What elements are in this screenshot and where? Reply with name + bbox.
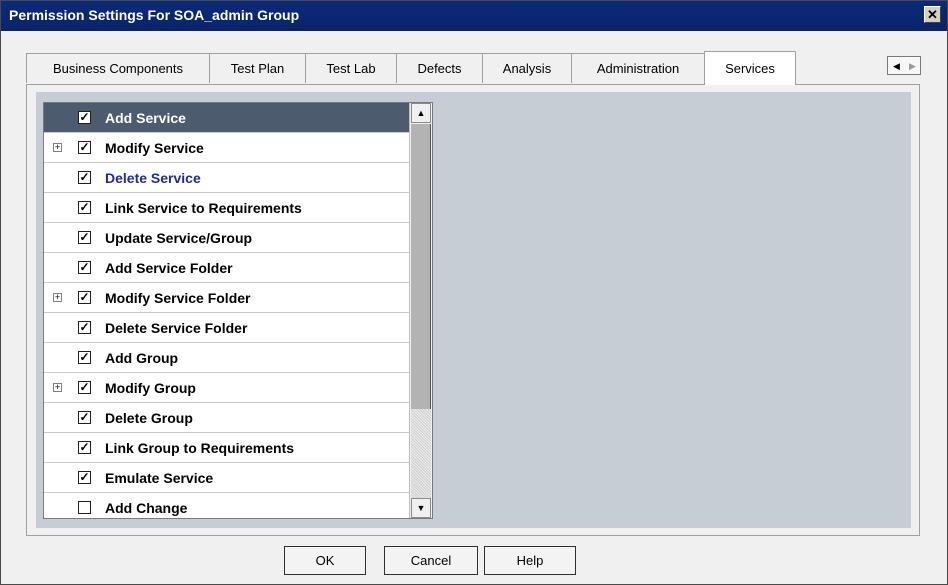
- permission-row[interactable]: + ✓ Modify Group: [44, 373, 409, 403]
- scroll-left-icon[interactable]: ◀: [889, 59, 904, 73]
- permission-checkbox[interactable]: ✓: [78, 321, 91, 334]
- permission-label: Emulate Service: [105, 470, 214, 486]
- permission-row[interactable]: ✓ Link Service to Requirements: [44, 193, 409, 223]
- dialog-title: Permission Settings For SOA_admin Group: [9, 7, 300, 23]
- permission-label: Add Service: [105, 110, 186, 126]
- scroll-down-icon[interactable]: ▼: [411, 498, 431, 518]
- permission-row[interactable]: + ✓ Modify Service: [44, 133, 409, 163]
- permission-label: Add Change: [105, 500, 188, 516]
- permission-label: Delete Service: [105, 170, 201, 186]
- permission-row[interactable]: ✓ Update Service/Group: [44, 223, 409, 253]
- permission-row[interactable]: ✓ Delete Service Folder: [44, 313, 409, 343]
- permission-checkbox[interactable]: ✓: [78, 411, 91, 424]
- permission-label: Add Service Folder: [105, 260, 233, 276]
- permission-row[interactable]: ✓ Link Group to Requirements: [44, 433, 409, 463]
- expand-icon[interactable]: +: [53, 293, 62, 302]
- ok-button[interactable]: OK: [284, 546, 366, 575]
- permission-row[interactable]: + ✓ Modify Service Folder: [44, 283, 409, 313]
- permission-row[interactable]: ✓ Add Group: [44, 343, 409, 373]
- title-bar: Permission Settings For SOA_admin Group …: [1, 1, 947, 31]
- permission-checkbox[interactable]: ✓: [78, 201, 91, 214]
- tab-defects[interactable]: Defects: [396, 53, 483, 83]
- permission-label: Link Service to Requirements: [105, 200, 302, 216]
- permission-checkbox[interactable]: ✓: [78, 141, 91, 154]
- scrollbar-thumb[interactable]: [411, 124, 431, 409]
- tab-analysis[interactable]: Analysis: [482, 53, 572, 83]
- tab-test-plan[interactable]: Test Plan: [209, 53, 306, 83]
- permission-checkbox[interactable]: ✓: [78, 231, 91, 244]
- permission-row[interactable]: ✓ Emulate Service: [44, 463, 409, 493]
- permission-label: Update Service/Group: [105, 230, 253, 246]
- tab-administration[interactable]: Administration: [571, 53, 705, 83]
- permission-checkbox[interactable]: ✓: [78, 381, 91, 394]
- permission-row[interactable]: ✓ Delete Service: [44, 163, 409, 193]
- scroll-right-icon[interactable]: ▶: [905, 59, 920, 73]
- permission-row[interactable]: ✓ Delete Group: [44, 403, 409, 433]
- permission-checkbox[interactable]: ✓: [78, 351, 91, 364]
- permission-label: Modify Service: [105, 140, 204, 156]
- cancel-button[interactable]: Cancel: [384, 546, 478, 575]
- expand-icon[interactable]: +: [53, 383, 62, 392]
- permission-label: Add Group: [105, 350, 179, 366]
- permission-checkbox[interactable]: ✓: [78, 441, 91, 454]
- permission-checkbox[interactable]: ✓: [78, 471, 91, 484]
- permission-label: Modify Group: [105, 380, 196, 396]
- tab-services[interactable]: Services: [704, 51, 796, 85]
- tab-business-components[interactable]: Business Components: [26, 53, 210, 83]
- permission-checkbox[interactable]: ✓: [78, 291, 91, 304]
- permissions-list[interactable]: ✓ Add Service + ✓ Modify Service ✓ Delete Serv…: [43, 102, 433, 519]
- expand-icon[interactable]: +: [53, 143, 62, 152]
- permission-checkbox[interactable]: ✓: [78, 111, 91, 124]
- close-icon: ✕: [927, 7, 938, 22]
- close-button[interactable]: ✕: [924, 6, 941, 23]
- permission-row[interactable]: Add Change: [44, 493, 409, 518]
- scroll-up-icon[interactable]: ▲: [411, 103, 431, 123]
- list-scrollbar[interactable]: ▲ ▼: [409, 103, 432, 518]
- tab-test-lab[interactable]: Test Lab: [305, 53, 397, 83]
- permission-row[interactable]: ✓ Add Service Folder: [44, 253, 409, 283]
- permission-checkbox[interactable]: ✓: [78, 171, 91, 184]
- permission-row[interactable]: ✓ Add Service: [44, 103, 409, 133]
- permission-label: Delete Group: [105, 410, 193, 426]
- tab-scroll-buttons: ◀ ▶: [887, 56, 921, 75]
- permission-checkbox[interactable]: ✓: [78, 261, 91, 274]
- permission-label: Modify Service Folder: [105, 290, 251, 306]
- permission-label: Delete Service Folder: [105, 320, 248, 336]
- permission-label: Link Group to Requirements: [105, 440, 295, 456]
- help-button[interactable]: Help: [484, 546, 576, 575]
- permission-checkbox[interactable]: [78, 501, 91, 514]
- scrollbar-track[interactable]: [411, 409, 431, 498]
- permission-dialog: Permission Settings For SOA_admin Group …: [0, 0, 948, 585]
